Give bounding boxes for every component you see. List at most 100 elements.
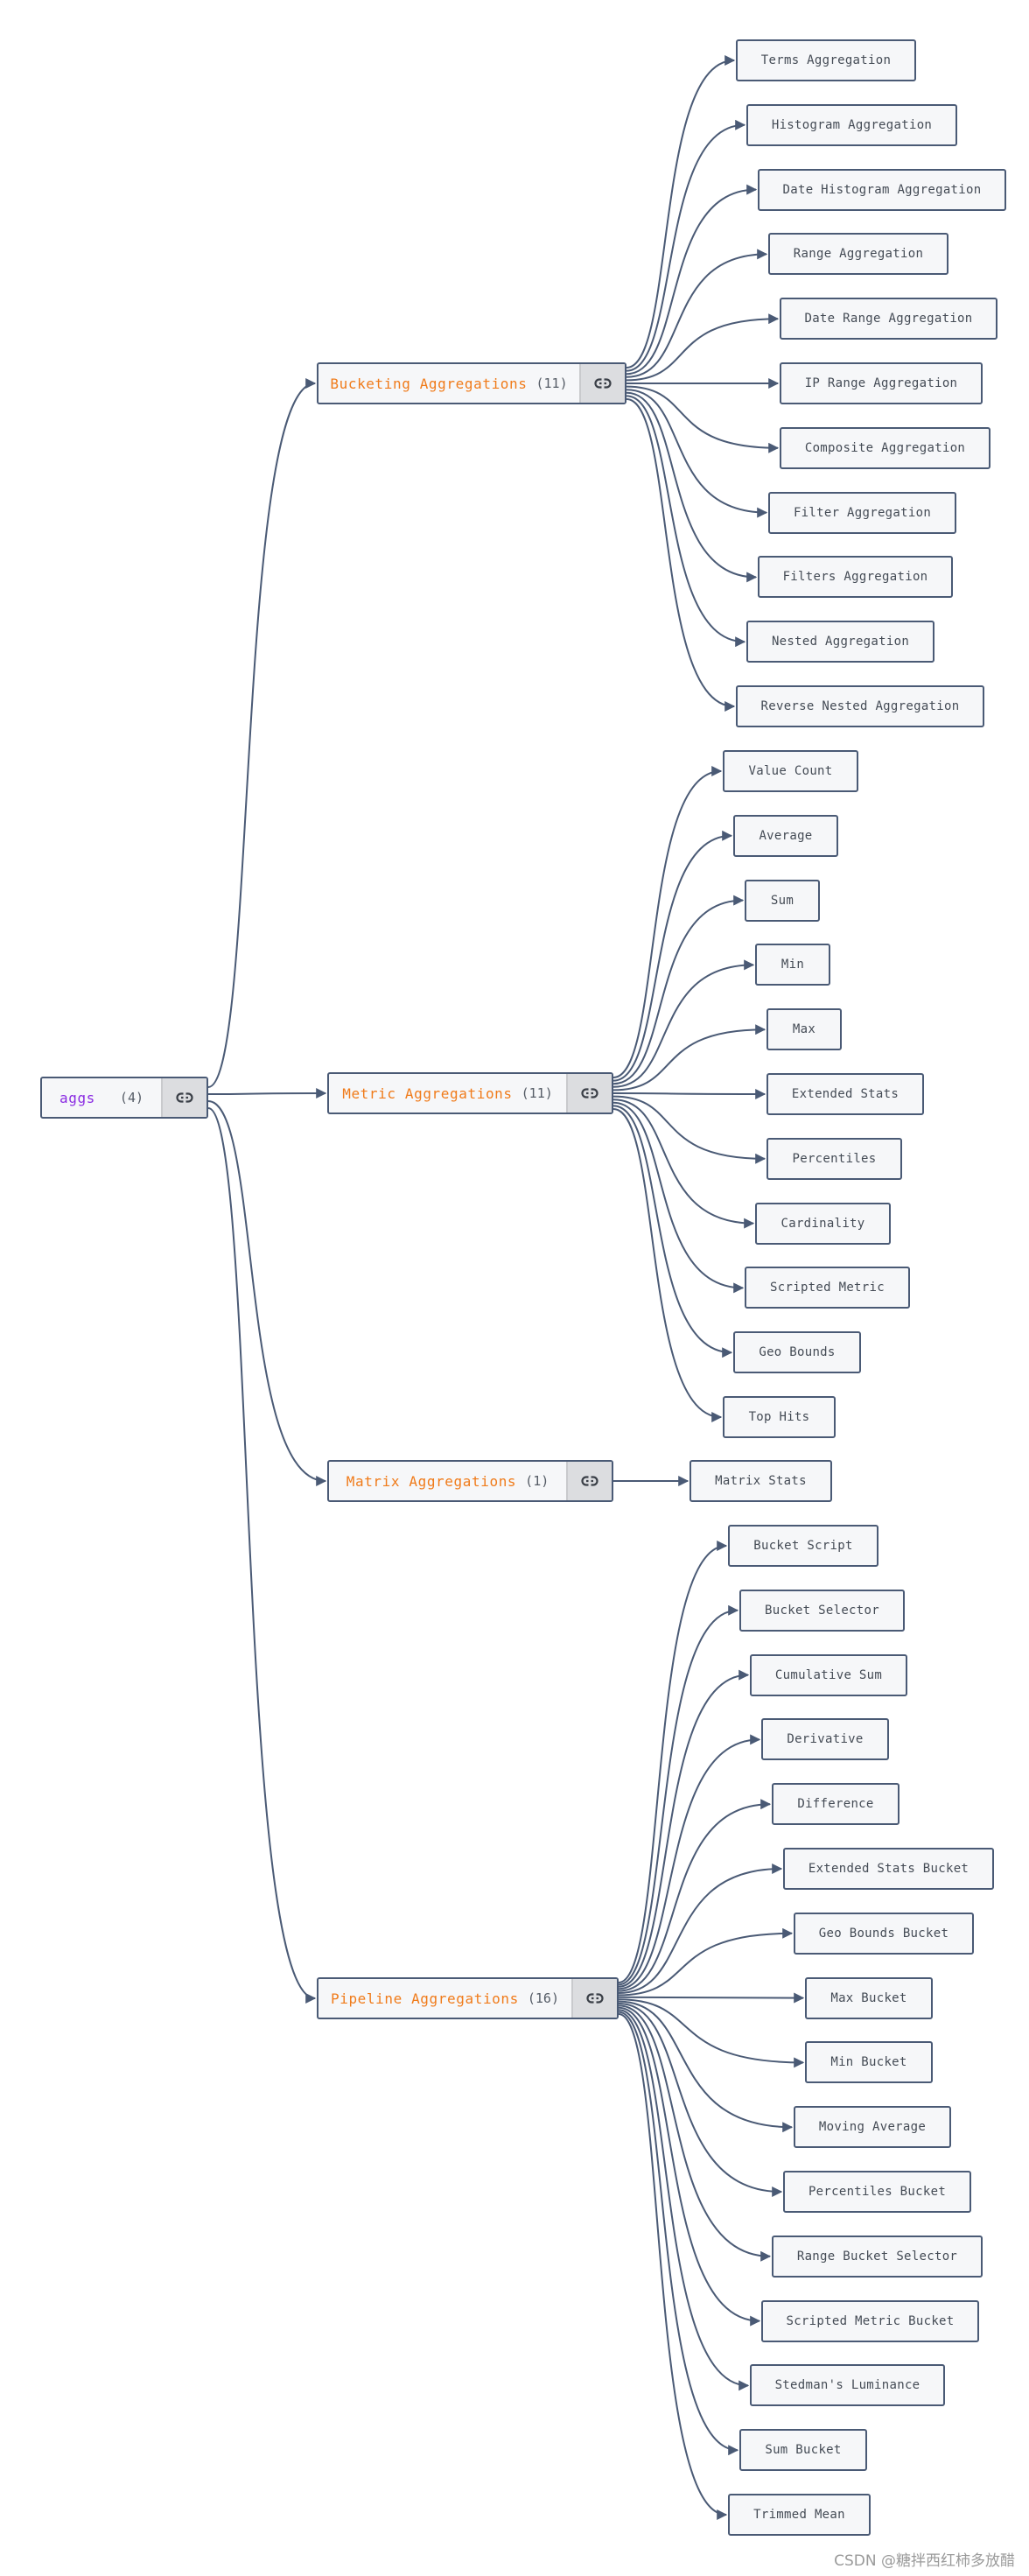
group-link-button[interactable] xyxy=(571,1979,617,2018)
group-label: Pipeline Aggregations (16) xyxy=(318,1979,571,2018)
leaf-node[interactable]: Sum xyxy=(745,879,820,922)
group-link-button[interactable] xyxy=(566,1462,612,1500)
leaf-node[interactable]: Stedman's Luminance xyxy=(750,2364,945,2407)
leaf-node[interactable]: Date Range Aggregation xyxy=(780,298,998,340)
leaf-node[interactable]: Trimmed Mean xyxy=(728,2494,871,2536)
leaf-node[interactable]: Value Count xyxy=(723,750,858,792)
leaf-node[interactable]: Scripted Metric Bucket xyxy=(761,2299,979,2342)
edge-metric-to-leaf xyxy=(612,830,733,1082)
root-label: aggs (4) xyxy=(42,1078,161,1117)
leaf-node[interactable]: Reverse Nested Aggregation xyxy=(736,685,984,727)
leaf-node[interactable]: Matrix Stats xyxy=(690,1460,832,1502)
edge-metric-to-leaf xyxy=(612,959,755,1088)
leaf-label: Percentiles xyxy=(792,1151,877,1166)
group-node-matrix[interactable]: Matrix Aggregations (1) xyxy=(327,1460,613,1502)
leaf-node[interactable]: Terms Aggregation xyxy=(736,39,916,81)
group-label: Metric Aggregations (11) xyxy=(329,1074,566,1113)
root-title: aggs xyxy=(59,1089,95,1106)
leaf-label: Histogram Aggregation xyxy=(771,117,933,132)
leaf-node[interactable]: Histogram Aggregation xyxy=(746,103,957,146)
leaf-label: Sum xyxy=(770,893,794,908)
edge-root-to-bucketing xyxy=(207,378,317,1088)
leaf-label: Filters Aggregation xyxy=(782,570,928,585)
leaf-node[interactable]: IP Range Aggregation xyxy=(780,362,983,404)
leaf-node[interactable]: Cumulative Sum xyxy=(750,1653,907,1696)
leaf-label: Extended Stats xyxy=(791,1087,900,1101)
leaf-label: Bucket Script xyxy=(753,1539,853,1553)
group-link-button[interactable] xyxy=(566,1074,612,1113)
leaf-label: Date Histogram Aggregation xyxy=(782,182,982,197)
leaf-label: IP Range Aggregation xyxy=(804,376,958,390)
group-node-pipeline[interactable]: Pipeline Aggregations (16) xyxy=(317,1977,619,2019)
leaf-label: Percentiles Bucket xyxy=(808,2185,947,2199)
leaf-node[interactable]: Bucket Selector xyxy=(739,1589,905,1632)
leaf-node[interactable]: Top Hits xyxy=(723,1396,836,1438)
link-icon xyxy=(581,1473,598,1490)
leaf-node[interactable]: Derivative xyxy=(761,1718,889,1761)
leaf-node[interactable]: Percentiles Bucket xyxy=(783,2171,971,2213)
leaf-node[interactable]: Extended Stats Bucket xyxy=(783,1848,994,1890)
edge-metric-to-leaf xyxy=(612,1088,766,1099)
edge-pipeline-to-leaf xyxy=(618,2004,772,2262)
edge-metric-to-leaf xyxy=(612,1105,733,1358)
leaf-label: Geo Bounds Bucket xyxy=(818,1926,949,1941)
leaf-node[interactable]: Filter Aggregation xyxy=(768,491,956,534)
leaf-label: Derivative xyxy=(787,1732,864,1747)
leaf-label: Nested Aggregation xyxy=(771,635,910,649)
leaf-node[interactable]: Scripted Metric xyxy=(745,1267,910,1309)
leaf-node[interactable]: Difference xyxy=(772,1783,900,1826)
group-link-button[interactable] xyxy=(579,364,625,403)
edge-root-to-pipeline xyxy=(207,1107,317,2004)
leaf-label: Reverse Nested Aggregation xyxy=(760,699,960,713)
leaf-node[interactable]: Moving Average xyxy=(794,2106,951,2149)
leaf-node[interactable]: Max xyxy=(766,1008,842,1051)
leaf-label: Matrix Stats xyxy=(715,1474,807,1488)
edge-bucketing-to-leaf xyxy=(626,395,746,648)
mindmap-canvas: aggs (4) Bucketing Aggregations (11) Met… xyxy=(0,0,1029,2576)
leaf-node[interactable]: Geo Bounds Bucket xyxy=(794,1912,974,1955)
group-node-bucketing[interactable]: Bucketing Aggregations (11) xyxy=(317,362,626,404)
leaf-node[interactable]: Max Bucket xyxy=(805,1976,933,2019)
leaf-label: Difference xyxy=(797,1797,874,1812)
leaf-node[interactable]: Average xyxy=(733,814,838,857)
group-title: Matrix Aggregations xyxy=(346,1472,517,1490)
link-icon xyxy=(586,1990,604,2007)
leaf-node[interactable]: Bucket Script xyxy=(728,1525,878,1567)
leaf-label: Range Aggregation xyxy=(793,247,924,262)
group-count: (1) xyxy=(525,1473,550,1489)
group-node-metric[interactable]: Metric Aggregations (11) xyxy=(327,1072,613,1114)
leaf-node[interactable]: Sum Bucket xyxy=(739,2429,867,2472)
leaf-node[interactable]: Min xyxy=(755,944,830,986)
watermark: CSDN @糖拌西红柿多放醋 xyxy=(834,2552,1015,2570)
leaf-node[interactable]: Cardinality xyxy=(755,1202,891,1245)
leaf-label: Terms Aggregation xyxy=(760,53,892,67)
edge-bucketing-to-leaf xyxy=(626,389,768,518)
leaf-label: Average xyxy=(759,828,813,843)
leaf-label: Scripted Metric xyxy=(770,1281,885,1295)
leaf-node[interactable]: Date Histogram Aggregation xyxy=(758,168,1006,211)
root-link-button[interactable] xyxy=(161,1078,206,1117)
root-count: (4) xyxy=(119,1090,144,1106)
group-count: (11) xyxy=(521,1085,553,1101)
leaf-node[interactable]: Filters Aggregation xyxy=(758,556,953,599)
root-node-aggs[interactable]: aggs (4) xyxy=(40,1077,208,1119)
leaf-node[interactable]: Range Aggregation xyxy=(768,233,948,276)
leaf-node[interactable]: Min Bucket xyxy=(805,2041,933,2084)
edge-pipeline-to-leaf xyxy=(618,1734,761,1990)
leaf-label: Moving Average xyxy=(818,2120,927,2135)
group-title: Pipeline Aggregations xyxy=(330,1990,519,2007)
leaf-node[interactable]: Range Bucket Selector xyxy=(772,2235,983,2278)
group-title: Bucketing Aggregations xyxy=(330,375,528,392)
leaf-node[interactable]: Percentiles xyxy=(766,1137,902,1180)
leaf-node[interactable]: Composite Aggregation xyxy=(780,426,990,469)
leaf-node[interactable]: Geo Bounds xyxy=(733,1331,861,1374)
group-label: Bucketing Aggregations (11) xyxy=(318,364,579,403)
leaf-node[interactable]: Nested Aggregation xyxy=(746,621,934,663)
leaf-label: Trimmed Mean xyxy=(753,2508,845,2522)
edge-pipeline-to-leaf xyxy=(618,2011,739,2456)
edge-pipeline-to-leaf xyxy=(618,2003,783,2197)
group-count: (16) xyxy=(527,1990,559,2006)
leaf-node[interactable]: Extended Stats xyxy=(766,1073,924,1115)
leaf-label: Max xyxy=(792,1022,816,1037)
edge-root-to-metric xyxy=(207,1088,327,1099)
